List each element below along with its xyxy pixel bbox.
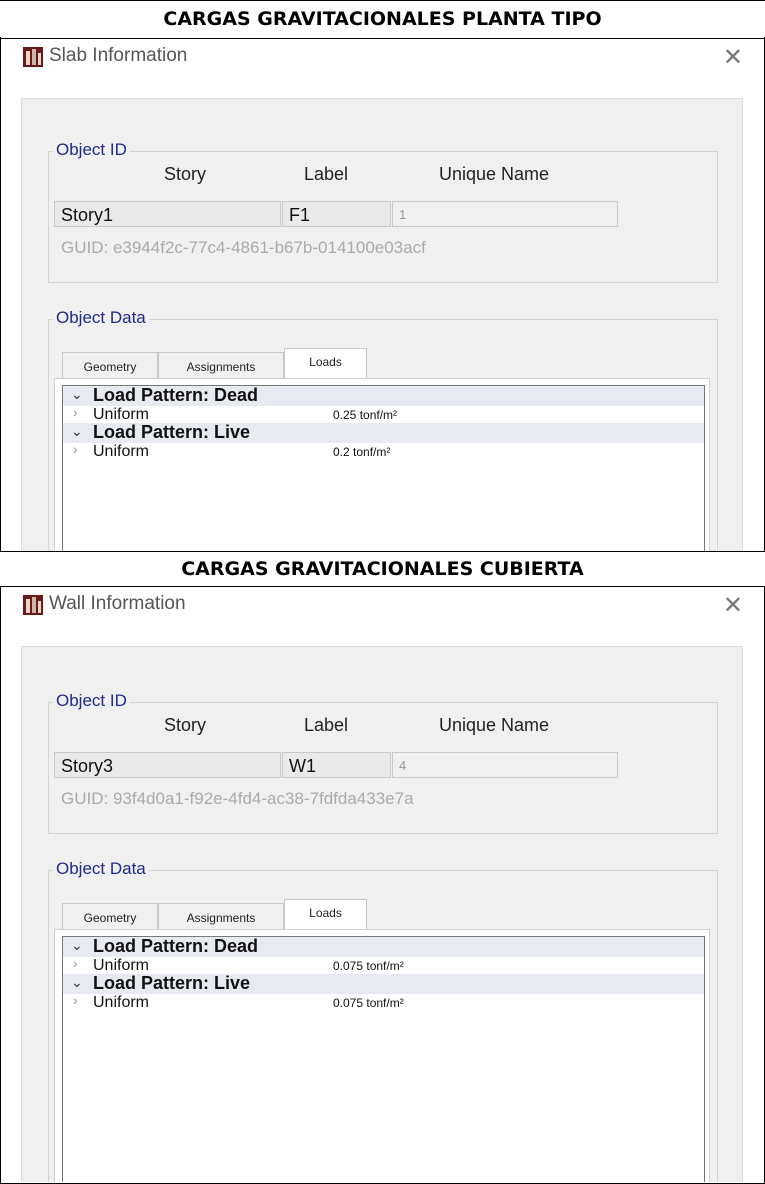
tab-assignments[interactable]: Assignments — [158, 352, 284, 379]
group-title: Object Data — [53, 859, 149, 879]
object-data-group: Object Data Geometry Assignments Loads ⌄… — [48, 308, 718, 551]
group-title: Object ID — [53, 691, 130, 711]
dialog-body: Object ID Story Label Unique Name Story3… — [21, 646, 743, 1182]
unique-name-field[interactable]: 1 — [392, 201, 618, 227]
chevron-right-icon[interactable]: › — [73, 955, 78, 971]
chevron-down-icon[interactable]: ⌄ — [71, 937, 83, 954]
loads-tree[interactable]: ⌄ Load Pattern: Dead › Uniform 0.25 tonf… — [62, 385, 705, 551]
uniform-label: Uniform — [93, 443, 150, 460]
load-pattern-label: Load Pattern: Live — [93, 973, 251, 993]
section-header: CARGAS GRAVITACIONALES PLANTA TIPO — [0, 1, 765, 37]
uniform-value: 0.075 tonf/m² — [333, 959, 404, 973]
tree-row-dead[interactable]: ⌄ Load Pattern: Dead — [63, 936, 704, 957]
window-title: Wall Information — [49, 593, 186, 614]
tab-loads[interactable]: Loads — [284, 348, 367, 379]
chevron-right-icon[interactable]: › — [73, 404, 78, 420]
chevron-right-icon[interactable]: › — [73, 441, 78, 457]
chevron-down-icon[interactable]: ⌄ — [71, 974, 83, 991]
tab-loads[interactable]: Loads — [284, 899, 367, 930]
app-icon — [23, 47, 43, 67]
story-column-header: Story — [164, 164, 207, 184]
guid-text: GUID: 93f4d0a1-f92e-4fd4-ac38-7fdfda433e… — [61, 789, 414, 808]
guid-text: GUID: e3944f2c-77c4-4861-b67b-014100e03a… — [61, 238, 426, 257]
uniform-value: 0.25 tonf/m² — [333, 408, 398, 422]
unique-name-field[interactable]: 4 — [392, 752, 618, 778]
tree-row-uniform[interactable]: › Uniform 0.075 tonf/m² — [63, 992, 704, 1011]
tab-geometry[interactable]: Geometry — [62, 352, 158, 379]
dialog-body: Object ID Story Label Unique Name Story1… — [21, 98, 743, 551]
story-field[interactable]: Story3 — [54, 752, 281, 778]
tree-row-uniform[interactable]: › Uniform 0.25 tonf/m² — [63, 404, 704, 423]
wall-information-dialog: Wall Information ✕ Object ID Story Label… — [1, 587, 763, 1182]
chevron-right-icon[interactable]: › — [73, 992, 78, 1008]
unique-name-column-header: Unique Name — [439, 164, 550, 184]
uniform-value: 0.2 tonf/m² — [333, 445, 391, 459]
load-pattern-label: Load Pattern: Dead — [93, 936, 259, 956]
tree-row-live[interactable]: ⌄ Load Pattern: Live — [63, 422, 704, 443]
load-pattern-label: Load Pattern: Live — [93, 422, 251, 442]
section-header: CARGAS GRAVITACIONALES CUBIERTA — [0, 552, 765, 586]
chevron-down-icon[interactable]: ⌄ — [71, 386, 83, 403]
window-title: Slab Information — [49, 45, 188, 66]
tab-assignments[interactable]: Assignments — [158, 903, 284, 930]
tree-row-live[interactable]: ⌄ Load Pattern: Live — [63, 973, 704, 994]
uniform-value: 0.075 tonf/m² — [333, 996, 404, 1010]
load-pattern-label: Load Pattern: Dead — [93, 385, 259, 405]
object-data-group: Object Data Geometry Assignments Loads ⌄… — [48, 859, 718, 1182]
title-bar: Wall Information ✕ — [1, 587, 763, 627]
loads-panel: ⌄ Load Pattern: Dead › Uniform 0.25 tonf… — [54, 378, 710, 551]
uniform-label: Uniform — [93, 994, 150, 1011]
group-title: Object Data — [53, 308, 149, 328]
unique-name-column-header: Unique Name — [439, 715, 550, 735]
close-icon[interactable]: ✕ — [723, 591, 743, 620]
label-column-header: Label — [304, 164, 349, 184]
group-title: Object ID — [53, 140, 130, 160]
tree-row-uniform[interactable]: › Uniform 0.075 tonf/m² — [63, 955, 704, 974]
app-icon — [23, 595, 43, 615]
loads-tree[interactable]: ⌄ Load Pattern: Dead › Uniform 0.075 ton… — [62, 936, 705, 1182]
tree-row-uniform[interactable]: › Uniform 0.2 tonf/m² — [63, 441, 704, 460]
object-id-group: Object ID Story Label Unique Name Story1… — [48, 140, 718, 283]
label-field[interactable]: W1 — [282, 752, 391, 778]
tree-row-dead[interactable]: ⌄ Load Pattern: Dead — [63, 385, 704, 406]
loads-panel: ⌄ Load Pattern: Dead › Uniform 0.075 ton… — [54, 929, 710, 1182]
slab-information-dialog: Slab Information ✕ Object ID Story Label… — [1, 39, 763, 551]
tab-geometry[interactable]: Geometry — [62, 903, 158, 930]
chevron-down-icon[interactable]: ⌄ — [71, 423, 83, 440]
close-icon[interactable]: ✕ — [723, 43, 743, 72]
story-field[interactable]: Story1 — [54, 201, 281, 227]
title-bar: Slab Information ✕ — [1, 39, 763, 79]
story-column-header: Story — [164, 715, 207, 735]
label-column-header: Label — [304, 715, 349, 735]
label-field[interactable]: F1 — [282, 201, 391, 227]
object-id-group: Object ID Story Label Unique Name Story3… — [48, 691, 718, 834]
